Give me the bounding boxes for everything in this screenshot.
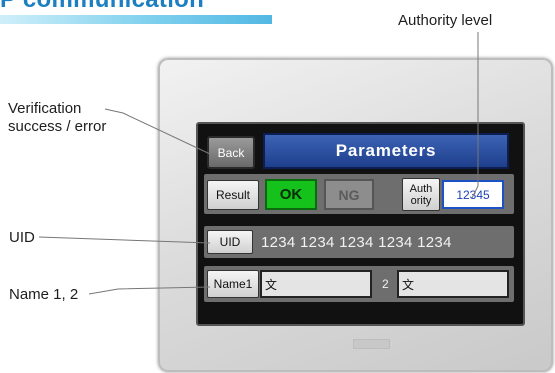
callout-uid: UID [9, 229, 35, 246]
ng-indicator: NG [324, 179, 374, 210]
callout-names: Name 1, 2 [9, 286, 79, 303]
callout-authority-level: Authority level [398, 12, 493, 29]
callout-verification-line2: success / error [8, 118, 107, 135]
device-logo-plate [353, 339, 390, 349]
uid-label: UID [207, 230, 253, 254]
heading-underline-bar [0, 15, 272, 24]
authority-value: 12345 [442, 180, 504, 209]
name1-field[interactable]: 文 [260, 270, 372, 298]
ok-indicator: OK [265, 179, 317, 210]
section-heading: P communication [0, 0, 204, 16]
result-label: Result [207, 180, 259, 210]
name2-label: 2 [382, 277, 389, 291]
name2-field[interactable]: 文 [397, 270, 509, 298]
authority-label: Auth ority [402, 178, 440, 211]
back-button[interactable]: Back [207, 136, 255, 169]
screen-title: Parameters [263, 133, 509, 169]
callout-verification-line1: Verification [8, 100, 82, 117]
name1-label: Name1 [207, 270, 259, 298]
uid-value: 1234 1234 1234 1234 1234 [261, 233, 452, 251]
